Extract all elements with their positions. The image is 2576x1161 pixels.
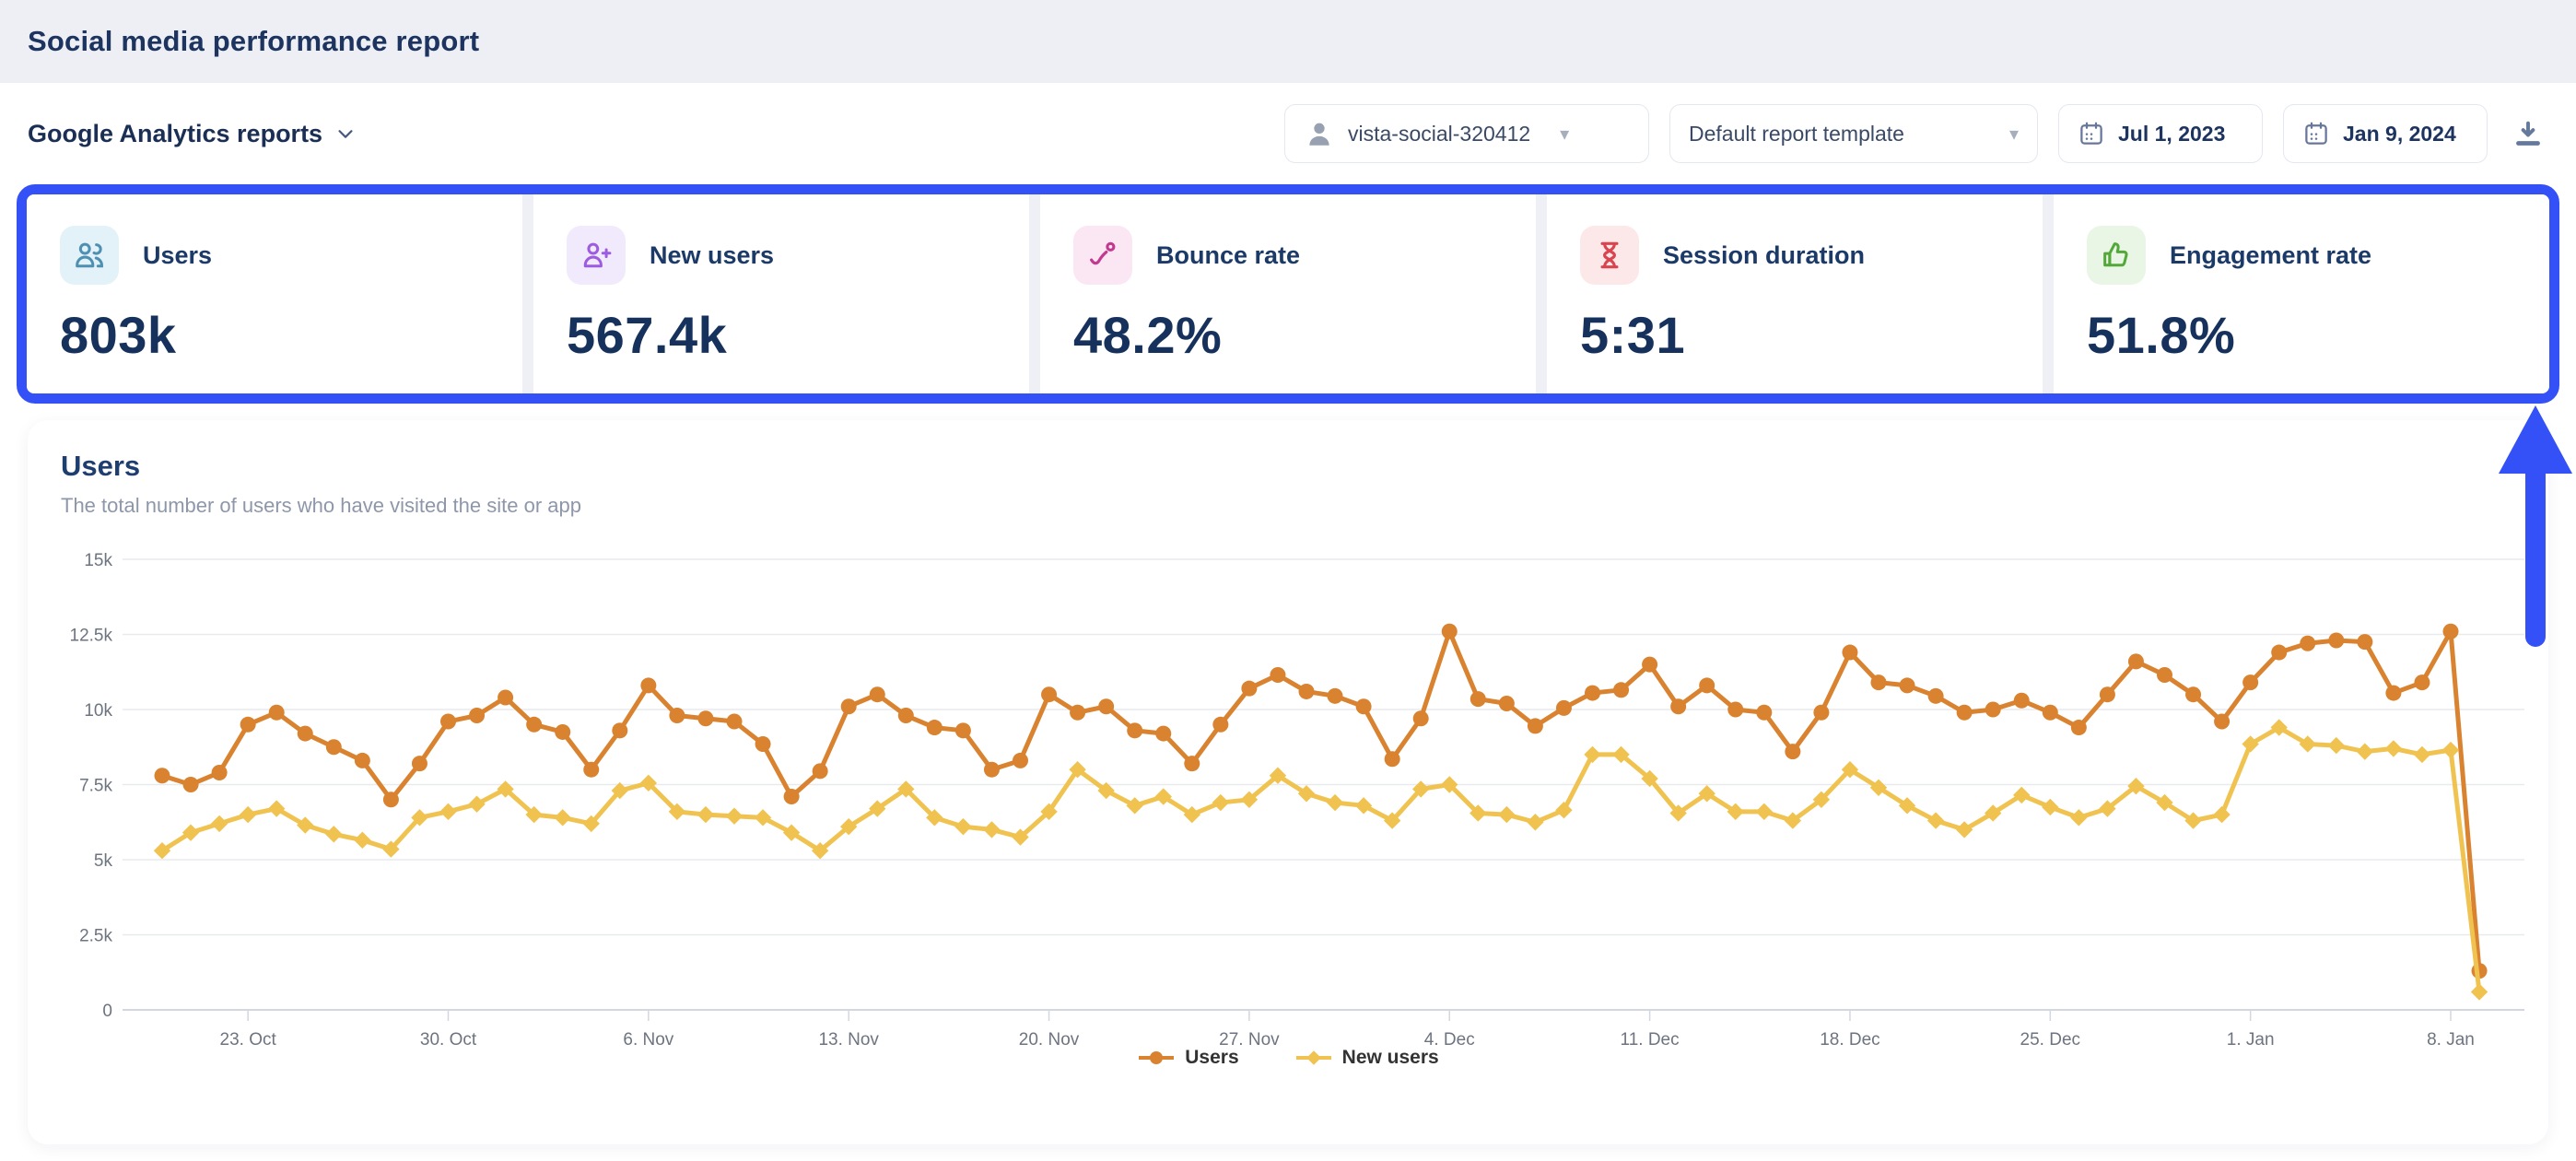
svg-text:8. Jan: 8. Jan bbox=[2427, 1030, 2475, 1047]
account-select-value: vista-social-320412 bbox=[1348, 122, 1530, 147]
metric-label: Engagement rate bbox=[2170, 241, 2371, 270]
thumbs-up-icon bbox=[2087, 226, 2146, 285]
svg-text:23. Oct: 23. Oct bbox=[220, 1030, 277, 1047]
svg-text:2.5k: 2.5k bbox=[79, 927, 112, 946]
date-end-field[interactable]: Jan 9, 2024 bbox=[2283, 104, 2488, 163]
svg-text:10k: 10k bbox=[84, 701, 112, 721]
svg-text:6. Nov: 6. Nov bbox=[623, 1030, 673, 1047]
date-start-value: Jul 1, 2023 bbox=[2118, 122, 2225, 147]
metrics-row: Users 803k New users 567.4k bbox=[27, 194, 2549, 393]
users-chart-card: Users The total number of users who have… bbox=[28, 420, 2548, 1144]
metric-label: New users bbox=[650, 241, 774, 270]
legend-item-users[interactable]: Users bbox=[1137, 1047, 1238, 1069]
chart-title: Users bbox=[61, 450, 2515, 483]
svg-text:20. Nov: 20. Nov bbox=[1019, 1030, 1080, 1047]
reports-dropdown[interactable]: Google Analytics reports bbox=[28, 120, 356, 148]
metric-label: Users bbox=[143, 241, 212, 270]
metric-label: Bounce rate bbox=[1156, 241, 1300, 270]
calendar-icon bbox=[2078, 120, 2105, 147]
svg-text:25. Dec: 25. Dec bbox=[2020, 1030, 2080, 1047]
svg-text:1. Jan: 1. Jan bbox=[2227, 1030, 2275, 1047]
svg-text:18. Dec: 18. Dec bbox=[1820, 1030, 1879, 1047]
calendar-icon bbox=[2302, 120, 2330, 147]
svg-text:7.5k: 7.5k bbox=[79, 777, 112, 796]
caret-down-icon: ▾ bbox=[1560, 123, 1569, 146]
svg-text:0: 0 bbox=[102, 1002, 112, 1021]
metrics-highlight-box: Users 803k New users 567.4k bbox=[17, 184, 2559, 404]
chart-legend: Users New users bbox=[28, 1047, 2548, 1069]
chevron-down-icon bbox=[335, 123, 356, 144]
person-icon bbox=[1304, 118, 1335, 149]
legend-item-new-users[interactable]: New users bbox=[1294, 1047, 1439, 1069]
metric-label: Session duration bbox=[1663, 241, 1865, 270]
users-line-chart[interactable]: 0 2.5k 5k 7.5k 10k 12.5k 15k 23. Oct 30. Oct 6. N… bbox=[28, 531, 2548, 1047]
svg-text:13. Nov: 13. Nov bbox=[818, 1030, 879, 1047]
annotation-arrow-up bbox=[2499, 405, 2572, 652]
metric-card-bounce-rate[interactable]: Bounce rate 48.2% bbox=[1040, 194, 1536, 393]
user-plus-icon bbox=[567, 226, 626, 285]
svg-text:4. Dec: 4. Dec bbox=[1424, 1030, 1475, 1047]
metric-value: 803k bbox=[60, 305, 489, 365]
svg-text:12.5k: 12.5k bbox=[70, 627, 113, 646]
page-header: Social media performance report bbox=[0, 0, 2576, 83]
account-select[interactable]: vista-social-320412 ▾ bbox=[1284, 104, 1649, 163]
svg-text:11. Dec: 11. Dec bbox=[1621, 1030, 1680, 1047]
metric-card-users[interactable]: Users 803k bbox=[27, 194, 522, 393]
reports-dropdown-label: Google Analytics reports bbox=[28, 120, 322, 148]
users-series-marker-icon bbox=[1137, 1050, 1176, 1066]
chart-subtitle: The total number of users who have visit… bbox=[61, 494, 2515, 518]
metric-card-session-duration[interactable]: Session duration 5:31 bbox=[1547, 194, 2043, 393]
metric-card-new-users[interactable]: New users 567.4k bbox=[533, 194, 1029, 393]
new-users-series-marker-icon bbox=[1294, 1050, 1333, 1066]
page-title: Social media performance report bbox=[28, 25, 479, 58]
date-start-field[interactable]: Jul 1, 2023 bbox=[2058, 104, 2263, 163]
toolbar-right: vista-social-320412 ▾ Default report tem… bbox=[1284, 104, 2548, 163]
bounce-icon bbox=[1073, 226, 1132, 285]
template-select-value: Default report template bbox=[1689, 122, 1904, 147]
svg-text:27. Nov: 27. Nov bbox=[1219, 1030, 1280, 1047]
caret-down-icon: ▾ bbox=[2009, 123, 2019, 146]
svg-text:15k: 15k bbox=[84, 551, 112, 570]
legend-label: New users bbox=[1342, 1047, 1439, 1069]
toolbar: Google Analytics reports vista-social-32… bbox=[0, 83, 2576, 184]
template-select[interactable]: Default report template ▾ bbox=[1669, 104, 2038, 163]
metric-value: 51.8% bbox=[2087, 305, 2516, 365]
metric-card-engagement-rate[interactable]: Engagement rate 51.8% bbox=[2054, 194, 2549, 393]
metric-value: 48.2% bbox=[1073, 305, 1503, 365]
svg-text:30. Oct: 30. Oct bbox=[420, 1030, 477, 1047]
metric-value: 567.4k bbox=[567, 305, 996, 365]
hourglass-icon bbox=[1580, 226, 1639, 285]
svg-text:5k: 5k bbox=[94, 851, 113, 871]
metric-value: 5:31 bbox=[1580, 305, 2009, 365]
download-button[interactable] bbox=[2508, 113, 2548, 154]
users-icon bbox=[60, 226, 119, 285]
download-icon bbox=[2512, 117, 2545, 150]
legend-label: Users bbox=[1185, 1047, 1238, 1069]
content-area: Google Analytics reports vista-social-32… bbox=[0, 83, 2576, 1161]
date-end-value: Jan 9, 2024 bbox=[2343, 122, 2456, 147]
